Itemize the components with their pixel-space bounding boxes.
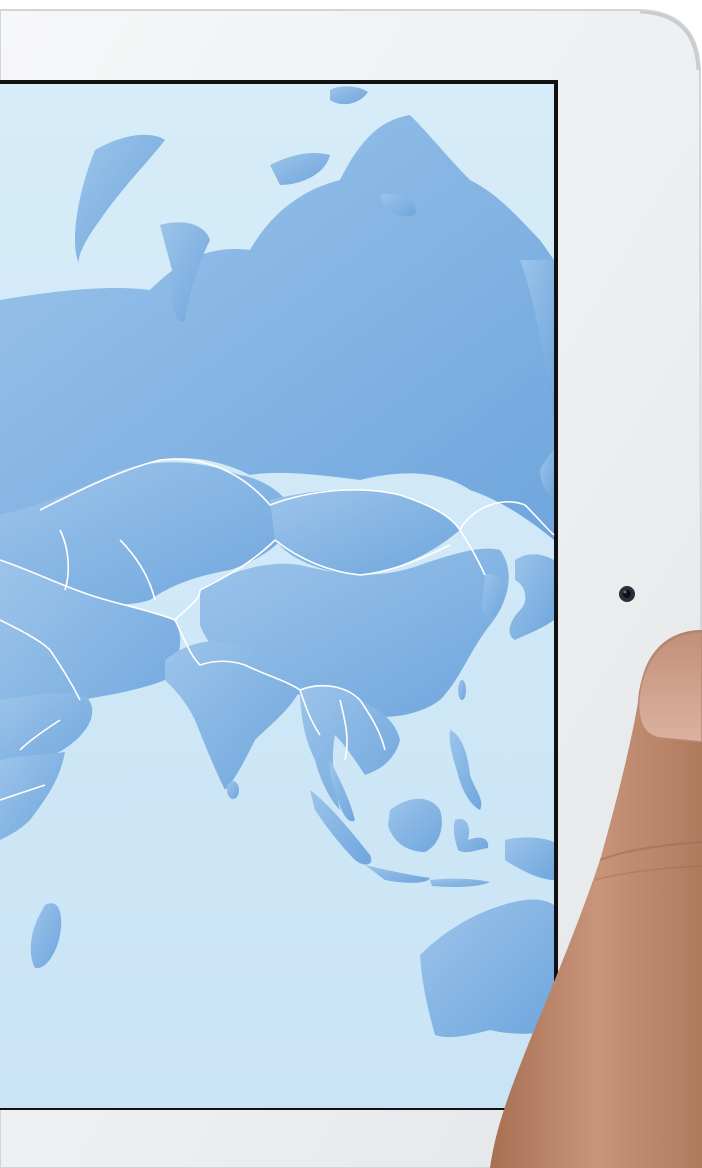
scene-svg <box>0 9 702 1168</box>
map-land-sri-lanka <box>227 781 239 799</box>
ipad-photo-scene <box>0 0 702 1168</box>
front-camera-icon <box>619 586 635 602</box>
screen <box>0 80 558 1110</box>
